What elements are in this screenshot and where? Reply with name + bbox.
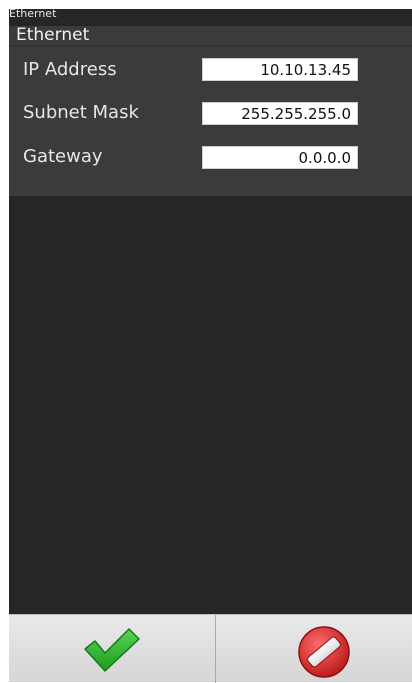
ok-button[interactable] xyxy=(9,615,216,683)
window-title: Ethernet xyxy=(9,7,57,20)
subnet-mask-field[interactable] xyxy=(202,102,358,125)
gateway-field[interactable] xyxy=(202,146,358,169)
ethernet-panel: Ethernet IP Address Subnet Mask Gateway xyxy=(9,26,412,196)
checkmark-icon xyxy=(84,628,140,672)
panel-title: Ethernet xyxy=(16,25,90,45)
gateway-label: Gateway xyxy=(23,146,103,167)
subnet-mask-label: Subnet Mask xyxy=(23,102,139,123)
ip-address-label: IP Address xyxy=(23,59,117,80)
bottom-button-bar xyxy=(9,614,412,683)
cancel-icon xyxy=(298,626,350,678)
panel-divider xyxy=(9,45,412,46)
ip-address-field[interactable] xyxy=(202,58,358,81)
cancel-button[interactable] xyxy=(216,615,412,683)
